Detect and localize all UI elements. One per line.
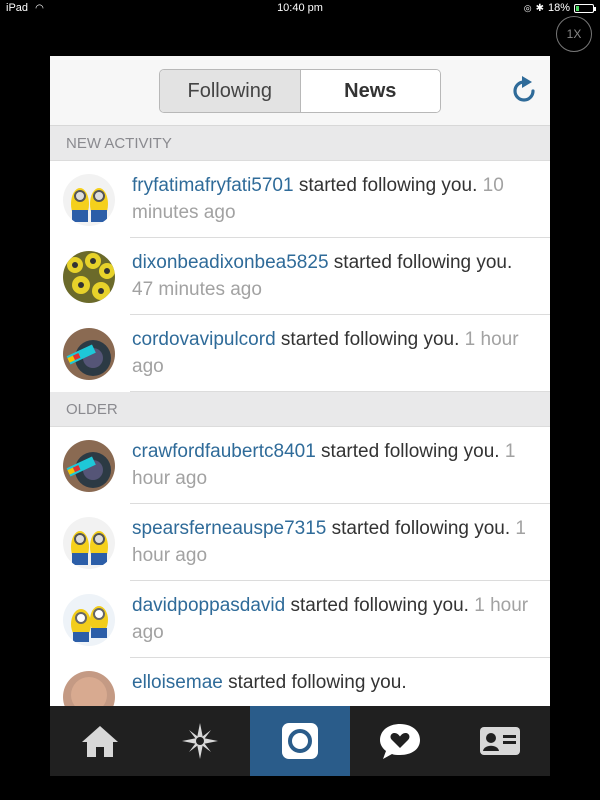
activity-text: spearsferneauspe7315 started following y… (132, 515, 538, 569)
activity-row[interactable]: fryfatimafryfati5701 started following y… (50, 161, 550, 238)
tab-explore[interactable] (150, 706, 250, 776)
tab-news[interactable]: News (300, 70, 440, 112)
avatar[interactable] (63, 517, 115, 569)
avatar[interactable] (63, 594, 115, 646)
avatar[interactable] (63, 251, 115, 303)
home-icon (82, 726, 118, 757)
bluetooth-icon: ✱ (535, 2, 544, 14)
section-header: NEW ACTIVITY (50, 126, 550, 161)
explore-icon (182, 723, 218, 759)
camera-icon (282, 723, 318, 759)
activity-row[interactable]: crawfordfaubertc8401 started following y… (50, 427, 550, 504)
refresh-icon[interactable] (508, 74, 540, 106)
tab-home[interactable] (50, 706, 150, 776)
activity-feed: NEW ACTIVITY fryfatimafryfati5701 started… (50, 126, 550, 735)
activity-action: started following you. (328, 252, 513, 273)
profile-card-icon (480, 727, 520, 755)
activity-text: dixonbeadixonbea5825 started following y… (132, 249, 538, 303)
status-bar: iPad ◠ 10:40 pm ◎ ✱ 18% (0, 0, 600, 18)
row-divider (130, 391, 550, 392)
activity-row[interactable]: spearsferneauspe7315 started following y… (50, 504, 550, 581)
tab-profile[interactable] (450, 706, 550, 776)
username-link[interactable]: crawfordfaubertc8401 (132, 441, 316, 462)
app-window: Following News NEW ACTIVITY fryfatimafryf… (50, 56, 550, 776)
header: Following News (50, 56, 550, 126)
username-link[interactable]: elloisemae (132, 672, 223, 693)
tab-following[interactable]: Following (160, 70, 301, 112)
activity-heart-icon (380, 724, 420, 759)
activity-action: started following you. (275, 329, 460, 350)
timestamp: 47 minutes ago (132, 279, 262, 300)
tab-bar (50, 706, 550, 776)
activity-text: fryfatimafryfati5701 started following y… (132, 172, 538, 226)
battery-fill (576, 5, 579, 11)
username-link[interactable]: spearsferneauspe7315 (132, 518, 326, 539)
activity-text: elloisemae started following you. (132, 669, 538, 696)
activity-row[interactable]: dixonbeadixonbea5825 started following y… (50, 238, 550, 315)
zoom-button[interactable]: 1X (556, 16, 592, 52)
activity-text: crawfordfaubertc8401 started following y… (132, 438, 538, 492)
tab-activity[interactable] (350, 706, 450, 776)
username-link[interactable]: davidpoppasdavid (132, 595, 285, 616)
username-link[interactable]: fryfatimafryfati5701 (132, 175, 294, 196)
segmented-control: Following News (159, 69, 441, 113)
section-header: OLDER (50, 392, 550, 427)
battery-percent: 18% (547, 2, 570, 14)
location-icon: ◎ (523, 2, 532, 13)
activity-action: started following you. (293, 175, 478, 196)
avatar[interactable] (63, 328, 115, 380)
activity-row[interactable]: davidpoppasdavid started following you. … (50, 581, 550, 658)
status-right: ◎ ✱ 18% (523, 2, 596, 14)
activity-action: started following you. (326, 518, 511, 539)
activity-text: cordovavipulcord started following you. … (132, 326, 538, 380)
activity-action: started following you. (222, 672, 407, 693)
activity-row[interactable]: cordovavipulcord started following you. … (50, 315, 550, 392)
activity-text: davidpoppasdavid started following you. … (132, 592, 538, 646)
avatar[interactable] (63, 174, 115, 226)
battery-icon (574, 3, 596, 13)
activity-action: started following you. (285, 595, 469, 616)
username-link[interactable]: dixonbeadixonbea5825 (132, 252, 329, 273)
status-time: 10:40 pm (277, 2, 323, 14)
username-link[interactable]: cordovavipulcord (132, 329, 276, 350)
tab-camera[interactable] (250, 706, 350, 776)
avatar[interactable] (63, 440, 115, 492)
activity-action: started following you. (315, 441, 500, 462)
